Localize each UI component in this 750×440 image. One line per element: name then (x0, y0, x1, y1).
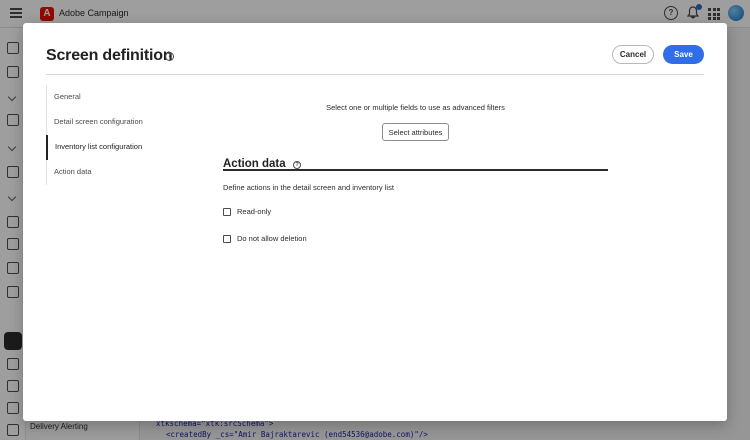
help-icon[interactable]: ? (165, 52, 174, 61)
select-attributes-button[interactable]: Select attributes (382, 123, 449, 141)
nav-item-general[interactable]: General (46, 85, 186, 110)
read-only-checkbox-row[interactable]: Read-only (223, 207, 271, 216)
nav-item-detail-screen[interactable]: Detail screen configuration (46, 110, 186, 135)
dialog-title: Screen definition (46, 47, 173, 64)
section-nav: General Detail screen configuration Inve… (46, 85, 186, 185)
section-divider (223, 169, 608, 171)
screen-definition-dialog: Screen definition ? Cancel Save General … (23, 23, 727, 421)
checkbox-label: Do not allow deletion (237, 234, 307, 243)
help-icon[interactable]: ? (293, 161, 302, 169)
filter-instruction: Select one or multiple fields to use as … (326, 103, 505, 112)
section-description: Define actions in the detail screen and … (223, 183, 394, 192)
save-button[interactable]: Save (663, 45, 704, 64)
nav-item-inventory-list[interactable]: Inventory list configuration (46, 135, 186, 160)
checkbox-label: Read-only (237, 207, 272, 216)
cancel-button[interactable]: Cancel (612, 45, 654, 64)
no-deletion-checkbox[interactable] (223, 234, 231, 243)
nav-item-action-data[interactable]: Action data (46, 160, 186, 185)
header-divider (46, 74, 704, 75)
read-only-checkbox[interactable] (223, 207, 231, 216)
no-deletion-checkbox-row[interactable]: Do not allow deletion (223, 234, 307, 243)
